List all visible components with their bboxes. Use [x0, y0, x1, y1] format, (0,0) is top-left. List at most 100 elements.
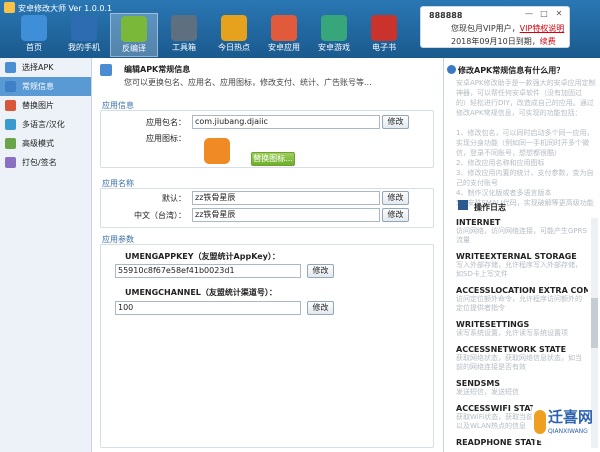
toolbar-item-label: 今日热点: [218, 43, 250, 52]
toolbar-item-home[interactable]: 首页: [10, 13, 58, 57]
toolbar-item-android[interactable]: 反编译: [110, 13, 158, 57]
app-info-group: 应用包名： com.jiubang.djaiic 修改 应用图标： 替换图标..…: [100, 110, 434, 168]
sidebar-item-label: 多语言/汉化: [22, 120, 65, 129]
toolbar-item-label: 首页: [26, 43, 42, 52]
close-button[interactable]: ✕: [553, 9, 565, 19]
toolbar-item-label: 安卓游戏: [318, 43, 350, 52]
sidebar-item-label: 常规信息: [22, 82, 54, 91]
app-logo-icon: [4, 2, 15, 13]
main-toolbar: 首页 我的手机 反编译 工具箱 今日热点 安卓应用 安卓游戏 电子书: [10, 13, 410, 57]
site-watermark: 迁喜网 QIANXIWANG: [532, 404, 594, 440]
toolbar-item-book[interactable]: 电子书: [360, 13, 408, 57]
sidebar-item-package[interactable]: 打包/签名: [0, 153, 91, 172]
toolbar-item-label: 我的手机: [68, 43, 100, 52]
zh-tw-name-field[interactable]: zz铁骨星辰: [192, 208, 380, 222]
sidebar-item-advanced[interactable]: 高级模式: [0, 134, 91, 153]
log-item: ACCESSLOCATION EXTRA COMM 访问定位额外命令，允许程序访问…: [456, 286, 588, 313]
log-item-name: SENDSMS: [456, 379, 501, 388]
advanced-icon: [5, 138, 16, 149]
log-item-name: INTERNET: [456, 218, 501, 227]
help-panel: 修改APK常规信息有什么用？ 安卓APK修改助手是一款强大的安卓应用定制 神器，…: [443, 58, 600, 452]
param-key: UMENGAPPKEY（友盟统计AppKey）：: [125, 252, 280, 261]
sidebar-item-info[interactable]: 常规信息: [0, 77, 91, 96]
sidebar-item-label: 替换图片: [22, 101, 54, 110]
image-icon: [5, 100, 16, 111]
log-icon: [458, 200, 468, 210]
app-params-group: UMENGAPPKEY（友盟统计AppKey）： 55910c8f67e58ef…: [100, 244, 434, 448]
log-item-name: ACCESSLOCATION EXTRA COMM: [456, 286, 588, 295]
log-item-desc: 读写系统设置，允许读写系统设置项: [456, 329, 568, 337]
log-item: WRITESETTINGS 读写系统设置，允许读写系统设置项: [456, 320, 588, 338]
title-bar: 安卓修改大师 Ver 1.0.0.1 首页 我的手机 反编译 工具箱 今日热点 安卓应用安…: [0, 0, 600, 58]
star-icon: [221, 15, 247, 41]
modify-zh-tw-name-button[interactable]: 修改: [382, 208, 409, 222]
package-label: 应用包名：: [146, 118, 186, 127]
modify-default-name-button[interactable]: 修改: [382, 191, 409, 205]
modify-package-button[interactable]: 修改: [382, 115, 409, 129]
select-apk-icon: [5, 62, 16, 73]
maximize-button[interactable]: □: [538, 9, 550, 19]
log-title: 操作日志: [474, 203, 506, 212]
app-name-group: 默认： zz铁骨星辰 修改 中文（台湾）： zz铁骨星辰 修改: [100, 188, 434, 228]
window-controls: — □ ✕: [523, 9, 565, 19]
param-value-field[interactable]: 55910c8f67e58ef41b0023d1: [115, 264, 301, 278]
main-panel: 编辑APK常规信息 您可以更换包名、应用名、应用图标，修改支付、统计、广告账号等…: [92, 58, 443, 452]
log-item: SENDSMS 发送短信，发送短信: [456, 379, 588, 397]
scroll-thumb[interactable]: [591, 298, 598, 348]
apps-icon: [271, 15, 297, 41]
modify-param-button[interactable]: 修改: [307, 301, 334, 315]
log-item-desc: 获取网络状态，获取网络信息状态，如当前的网络连接是否有效: [456, 354, 582, 371]
phone-icon: [71, 15, 97, 41]
help-title: 修改APK常规信息有什么用？: [458, 66, 565, 75]
log-item-desc: 发送短信，发送短信: [456, 388, 519, 396]
sidebar-item-select-apk[interactable]: 选择APK: [0, 58, 91, 77]
log-item-name: ACCESSNETWORK STATE: [456, 345, 567, 354]
vip-status: 您现包月VIP用户，VIP特权说明: [451, 23, 564, 34]
page-description: 您可以更换包名、应用名、应用图标，修改支付、统计、广告账号等...: [124, 78, 372, 87]
log-item-name: WRITEEXTERNAL STORAGE: [456, 252, 577, 261]
log-item: ACCESSNETWORK STATE 获取网络状态，获取网络信息状态，如当前的网…: [456, 345, 588, 372]
sidebar-item-label: 打包/签名: [22, 158, 57, 167]
zh-tw-name-label: 中文（台湾）：: [134, 211, 186, 220]
user-panel: 888888 — □ ✕ 您现包月VIP用户，VIP特权说明 2018年09月1…: [420, 6, 570, 48]
modify-param-button[interactable]: 修改: [307, 264, 334, 278]
default-name-field[interactable]: zz铁骨星辰: [192, 191, 380, 205]
param-value-field[interactable]: 100: [115, 301, 301, 315]
watermark-text: 迁喜网: [548, 408, 594, 426]
toolbar-item-star[interactable]: 今日热点: [210, 13, 258, 57]
game-icon: [321, 15, 347, 41]
toolbar-item-label: 反编译: [122, 44, 146, 53]
vip-privilege-link[interactable]: VIP特权说明: [520, 24, 565, 33]
sidebar-item-globe[interactable]: 多语言/汉化: [0, 115, 91, 134]
toolbar-item-label: 电子书: [372, 43, 396, 52]
toolbox-icon: [171, 15, 197, 41]
android-icon: [121, 16, 147, 42]
expire-status: 2018年09月10日到期，续费: [451, 36, 556, 47]
log-item-name: WRITESETTINGS: [456, 320, 530, 329]
param-key: UMENGCHANNEL（友盟统计渠道号）：: [125, 288, 277, 297]
toolbar-item-apps[interactable]: 安卓应用: [260, 13, 308, 57]
watermark-subtext: QIANXIWANG: [548, 428, 588, 435]
sidebar-item-image[interactable]: 替换图片: [0, 96, 91, 115]
package-name-field[interactable]: com.jiubang.djaiic: [192, 115, 380, 129]
renew-link[interactable]: 续费: [540, 37, 556, 46]
minimize-button[interactable]: —: [523, 9, 535, 19]
replace-icon-button[interactable]: 替换图标...: [251, 152, 295, 166]
toolbar-item-phone[interactable]: 我的手机: [60, 13, 108, 57]
watermark-logo-icon: [534, 410, 546, 434]
info-icon: [5, 81, 16, 92]
globe-icon: [5, 119, 16, 130]
app-icon: [204, 138, 230, 164]
vip-status-text: 您现包月VIP用户，: [451, 24, 520, 33]
log-item: INTERNET 访问网络，访问网络连接，可能产生GPRS流量: [456, 218, 588, 245]
log-item-desc: 访问网络，访问网络连接，可能产生GPRS流量: [456, 227, 587, 244]
page-header: 编辑APK常规信息 您可以更换包名、应用名、应用图标，修改支付、统计、广告账号等…: [94, 60, 441, 90]
edit-info-icon: [100, 64, 112, 76]
package-icon: [5, 157, 16, 168]
home-icon: [21, 15, 47, 41]
toolbar-item-game[interactable]: 安卓游戏: [310, 13, 358, 57]
sidebar: 选择APK 常规信息替换图片多语言/汉化高级模式打包/签名: [0, 58, 92, 452]
page-title: 编辑APK常规信息: [124, 65, 191, 74]
toolbar-item-toolbox[interactable]: 工具箱: [160, 13, 208, 57]
help-icon: [447, 65, 456, 74]
